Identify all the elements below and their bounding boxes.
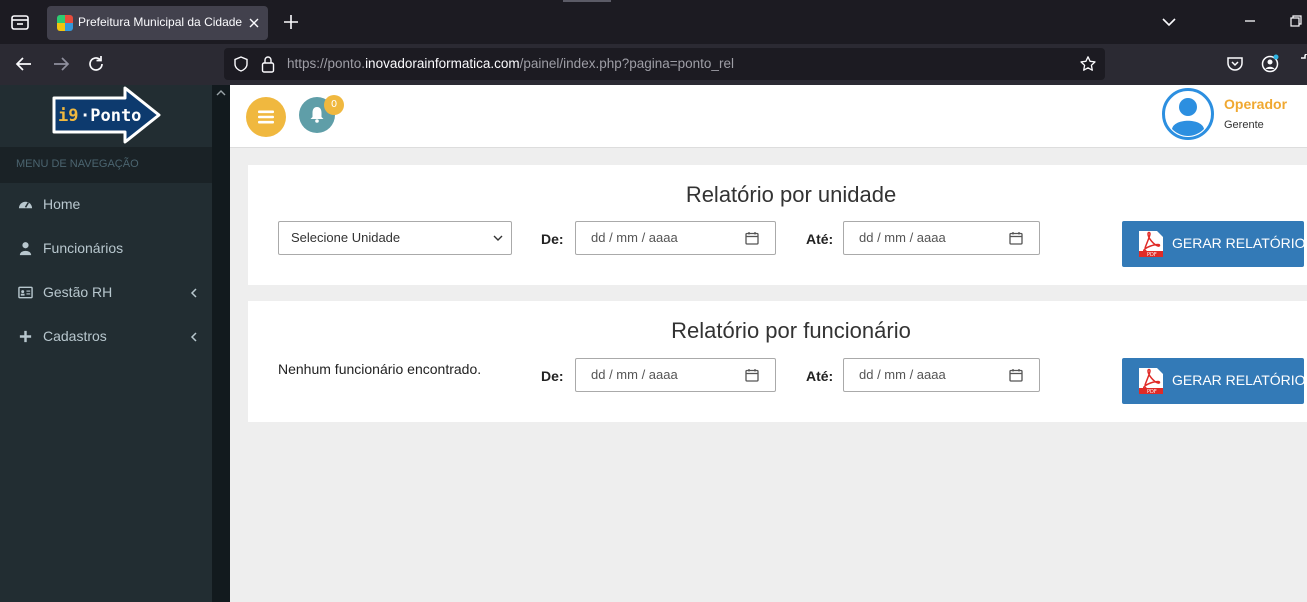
bell-icon (310, 107, 324, 123)
panel-title: Relatório por funcionário (671, 318, 911, 343)
notification-count-badge: 0 (324, 95, 344, 115)
scroll-up-arrow-icon[interactable] (216, 89, 226, 97)
chevron-down-icon (493, 235, 503, 241)
sidebar: i9 ·Ponto MENU DE NAVEGAÇÃO Home Funcion… (0, 85, 230, 602)
calendar-icon[interactable] (745, 231, 759, 245)
url-path: /painel/index.php?pagina=ponto_rel (519, 56, 734, 71)
generate-employee-report-button[interactable]: PDF GERAR RELATÓRIO (1122, 358, 1306, 404)
pdf-icon: PDF (1139, 231, 1163, 258)
tab-overview-icon[interactable] (9, 11, 31, 33)
restore-window-icon[interactable] (1289, 14, 1303, 28)
pocket-icon[interactable] (1225, 54, 1245, 74)
url-text[interactable]: https://ponto.inovadorainformatica.com/p… (287, 56, 734, 71)
forward-arrow-icon[interactable] (50, 53, 72, 75)
id-card-icon (18, 286, 33, 299)
close-icon[interactable] (246, 15, 262, 31)
browser-tab-bar: Prefeitura Municipal da Cidade (0, 0, 1307, 44)
date-placeholder: dd / mm / aaaa (591, 367, 678, 382)
logo-area: i9 ·Ponto (0, 85, 212, 147)
bookmark-star-icon[interactable] (1079, 55, 1097, 73)
sidebar-item-cadastros[interactable]: Cadastros (0, 315, 212, 359)
tab-title: Prefeitura Municipal da Cidade (78, 15, 243, 29)
from-label: De: (541, 368, 564, 384)
url-prefix: https://ponto. (287, 56, 366, 71)
reload-icon[interactable] (85, 53, 107, 75)
extensions-icon[interactable] (1295, 54, 1307, 74)
page-viewport: i9 ·Ponto MENU DE NAVEGAÇÃO Home Funcion… (0, 85, 1307, 602)
unit-date-from-input[interactable]: dd / mm / aaaa (575, 221, 776, 255)
svg-text:i9: i9 (58, 106, 78, 126)
account-icon[interactable] (1260, 54, 1280, 74)
menu-toggle-button[interactable] (246, 97, 286, 137)
calendar-icon[interactable] (745, 368, 759, 382)
chevron-down-icon[interactable] (1160, 13, 1178, 31)
avatar[interactable] (1162, 88, 1214, 140)
report-by-unit-panel: Relatório por unidade Selecione Unidade … (248, 165, 1307, 285)
top-header: 0 Operador Gerente (230, 85, 1307, 148)
lock-icon[interactable] (260, 55, 276, 73)
to-label: Até: (806, 368, 834, 384)
chevron-left-icon (190, 288, 197, 298)
minimize-window-icon[interactable] (1243, 14, 1257, 28)
site-favicon-icon (57, 15, 73, 31)
svg-text:PDF: PDF (1147, 252, 1157, 258)
sidebar-scrollbar[interactable] (212, 85, 230, 602)
report-by-employee-panel: Relatório por funcionário Nenhum funcion… (248, 301, 1307, 422)
svg-text:PDF: PDF (1147, 389, 1157, 395)
sidebar-item-label: Funcionários (43, 240, 124, 256)
calendar-icon[interactable] (1009, 368, 1023, 382)
employee-date-from-input[interactable]: dd / mm / aaaa (575, 358, 776, 392)
address-bar[interactable]: https://ponto.inovadorainformatica.com/p… (224, 48, 1105, 80)
pdf-icon: PDF (1139, 368, 1163, 395)
main-content: 0 Operador Gerente Relatório por unidade… (230, 85, 1307, 602)
plus-icon (19, 330, 32, 343)
sidebar-item-label: Home (43, 196, 81, 212)
date-placeholder: dd / mm / aaaa (591, 230, 678, 245)
date-placeholder: dd / mm / aaaa (859, 367, 946, 382)
chevron-left-icon (190, 332, 197, 342)
back-arrow-icon[interactable] (13, 53, 35, 75)
tracking-shield-icon[interactable] (233, 56, 249, 72)
from-label: De: (541, 231, 564, 247)
sidebar-item-home[interactable]: Home (0, 183, 212, 227)
date-placeholder: dd / mm / aaaa (859, 230, 946, 245)
generate-unit-report-button[interactable]: PDF GERAR RELATÓRIO (1122, 221, 1306, 267)
svg-text:·Ponto: ·Ponto (80, 106, 141, 126)
unit-select-value: Selecione Unidade (291, 230, 401, 245)
url-domain: inovadorainformatica.com (365, 56, 520, 71)
tab-drag-indicator (563, 0, 611, 2)
empty-employee-message: Nenhum funcionário encontrado. (278, 361, 482, 377)
to-label: Até: (806, 231, 834, 247)
sidebar-item-gestao-rh[interactable]: Gestão RH (0, 271, 212, 315)
dashboard-icon (18, 201, 33, 209)
user-name[interactable]: Operador (1224, 96, 1287, 112)
unit-date-to-input[interactable]: dd / mm / aaaa (843, 221, 1040, 255)
hamburger-icon (258, 110, 274, 124)
sidebar-item-label: Gestão RH (43, 284, 113, 300)
new-tab-plus-icon[interactable] (281, 12, 301, 32)
menu-header: MENU DE NAVEGAÇÃO (0, 147, 212, 183)
sidebar-item-label: Cadastros (43, 328, 107, 344)
browser-nav-bar: https://ponto.inovadorainformatica.com/p… (0, 44, 1307, 85)
user-icon (19, 242, 32, 256)
user-role: Gerente (1224, 119, 1264, 131)
calendar-icon[interactable] (1009, 231, 1023, 245)
sidebar-item-funcionarios[interactable]: Funcionários (0, 227, 212, 271)
i9-ponto-logo[interactable]: i9 ·Ponto (51, 86, 163, 146)
button-label: GERAR RELATÓRIO (1172, 235, 1306, 251)
employee-date-to-input[interactable]: dd / mm / aaaa (843, 358, 1040, 392)
unit-select[interactable]: Selecione Unidade (278, 221, 512, 255)
panel-title: Relatório por unidade (685, 182, 897, 207)
button-label: GERAR RELATÓRIO (1172, 372, 1306, 388)
browser-tab-active[interactable]: Prefeitura Municipal da Cidade (47, 6, 268, 40)
